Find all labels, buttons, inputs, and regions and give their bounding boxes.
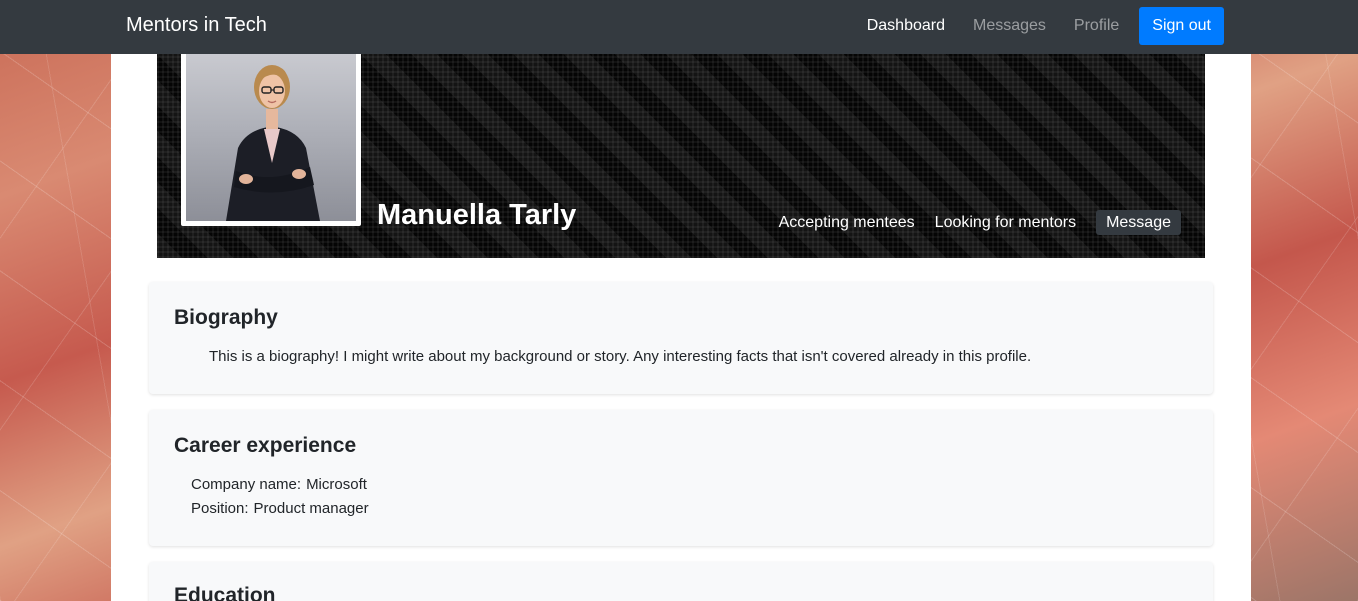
nav-dashboard[interactable]: Dashboard xyxy=(867,6,945,46)
education-card: Education xyxy=(149,562,1213,601)
biography-text: This is a biography! I might write about… xyxy=(209,348,1032,365)
education-title: Education xyxy=(174,584,276,601)
looking-for-mentors-link[interactable]: Looking for mentors xyxy=(935,214,1076,232)
position-label: Position: xyxy=(191,500,249,517)
position-value: Product manager xyxy=(253,500,369,517)
biography-card: Biography This is a biography! I might w… xyxy=(149,282,1213,394)
accepting-mentees-link[interactable]: Accepting mentees xyxy=(779,214,915,232)
biography-title: Biography xyxy=(174,306,278,329)
nav-links: Dashboard Messages Profile Sign out xyxy=(839,6,1224,46)
profile-actions: Accepting mentees Looking for mentors Me… xyxy=(759,210,1181,235)
sign-out-button[interactable]: Sign out xyxy=(1139,7,1224,45)
message-button[interactable]: Message xyxy=(1096,210,1181,235)
career-title: Career experience xyxy=(174,434,357,457)
profile-container: Manuella Tarly Accepting mentees Looking… xyxy=(111,48,1251,601)
brand-logo[interactable]: Mentors in Tech xyxy=(126,14,267,37)
avatar xyxy=(181,48,361,226)
career-card: Career experience Company name: Microsoft… xyxy=(149,410,1213,546)
profile-name: Manuella Tarly xyxy=(377,199,577,231)
company-row: Company name: Microsoft xyxy=(191,476,367,493)
profile-banner: Manuella Tarly Accepting mentees Looking… xyxy=(157,48,1205,258)
navbar: Mentors in Tech Dashboard Messages Profi… xyxy=(0,0,1358,54)
nav-profile[interactable]: Profile xyxy=(1074,6,1119,46)
position-row: Position: Product manager xyxy=(191,500,369,517)
company-value: Microsoft xyxy=(306,476,367,493)
nav-messages[interactable]: Messages xyxy=(973,6,1046,46)
company-label: Company name: xyxy=(191,476,302,493)
profile-photo-icon xyxy=(226,65,320,221)
